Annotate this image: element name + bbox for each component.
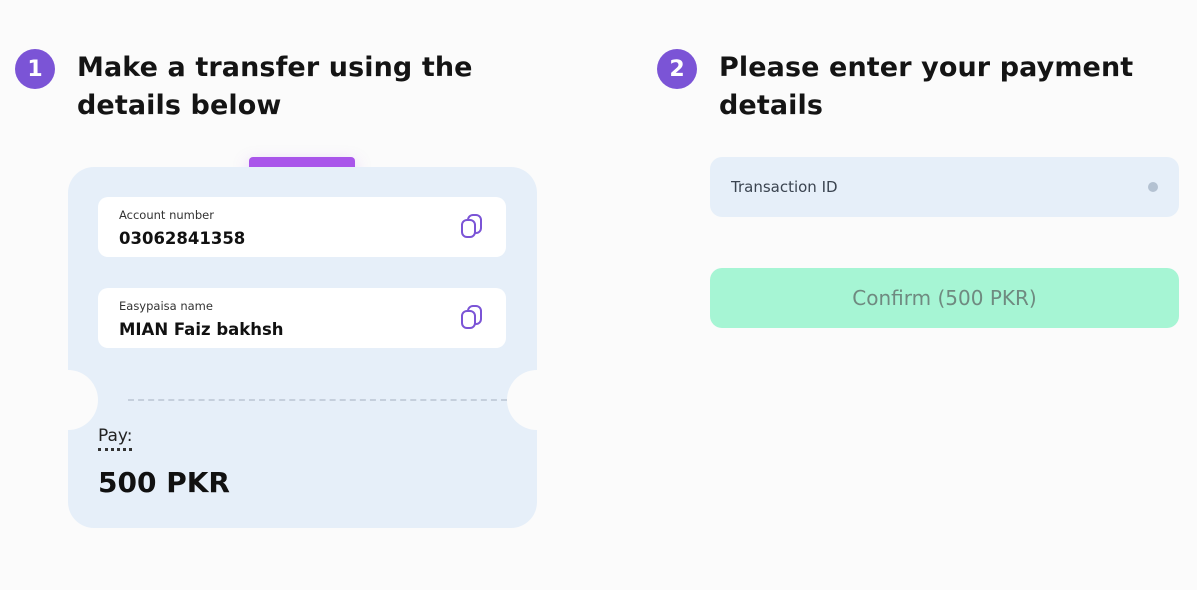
status-dot-icon <box>1148 182 1158 192</box>
step-1-header: 1 Make a transfer using the details belo… <box>15 49 575 125</box>
pay-amount: 500 PKR <box>98 466 230 499</box>
step-2-title: Please enter your payment details <box>719 52 1134 121</box>
account-number-value: 03062841358 <box>119 229 246 248</box>
copy-icon <box>461 305 482 329</box>
copy-easypaisa-name-button[interactable] <box>460 305 484 331</box>
step-2-badge: 2 <box>657 49 697 89</box>
transaction-id-input[interactable] <box>710 157 1179 217</box>
step-1-badge: 1 <box>15 49 55 89</box>
ticket-notch-right <box>507 370 567 430</box>
easypaisa-name-value: MIAN Faiz bakhsh <box>119 320 284 339</box>
confirm-button[interactable]: Confirm (500 PKR) <box>710 268 1179 328</box>
copy-account-number-button[interactable] <box>460 214 484 240</box>
account-number-label: Account number <box>119 208 214 222</box>
ticket-notch-left <box>38 370 98 430</box>
step-2-header: 2 Please enter your payment details <box>657 49 1177 125</box>
ticket-perforation <box>128 399 507 401</box>
payment-ticket: Account number 03062841358 Easypaisa nam… <box>38 167 567 528</box>
step-1-title: Make a transfer using the details below <box>77 52 473 121</box>
copy-icon <box>461 214 482 238</box>
pay-label: Pay: <box>98 426 133 451</box>
easypaisa-name-label: Easypaisa name <box>119 299 213 313</box>
account-number-card: Account number 03062841358 <box>98 197 506 257</box>
easypaisa-name-card: Easypaisa name MIAN Faiz bakhsh <box>98 288 506 348</box>
transaction-id-field <box>710 157 1179 217</box>
